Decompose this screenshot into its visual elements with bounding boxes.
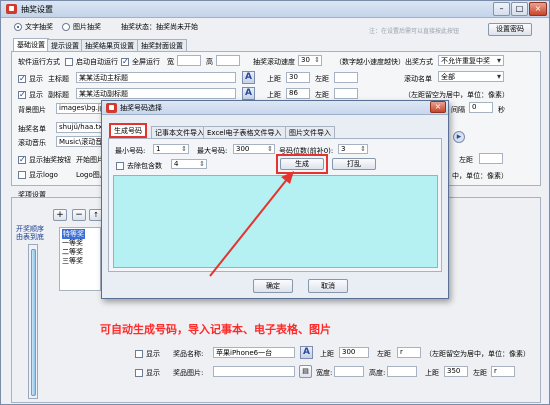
- promo-caption: 可自动生成号码，导入记事本、电子表格、图片: [100, 323, 331, 336]
- arrow-shaft: [209, 177, 289, 277]
- arrow-head: [281, 171, 294, 184]
- annotation-arrow: [209, 171, 294, 277]
